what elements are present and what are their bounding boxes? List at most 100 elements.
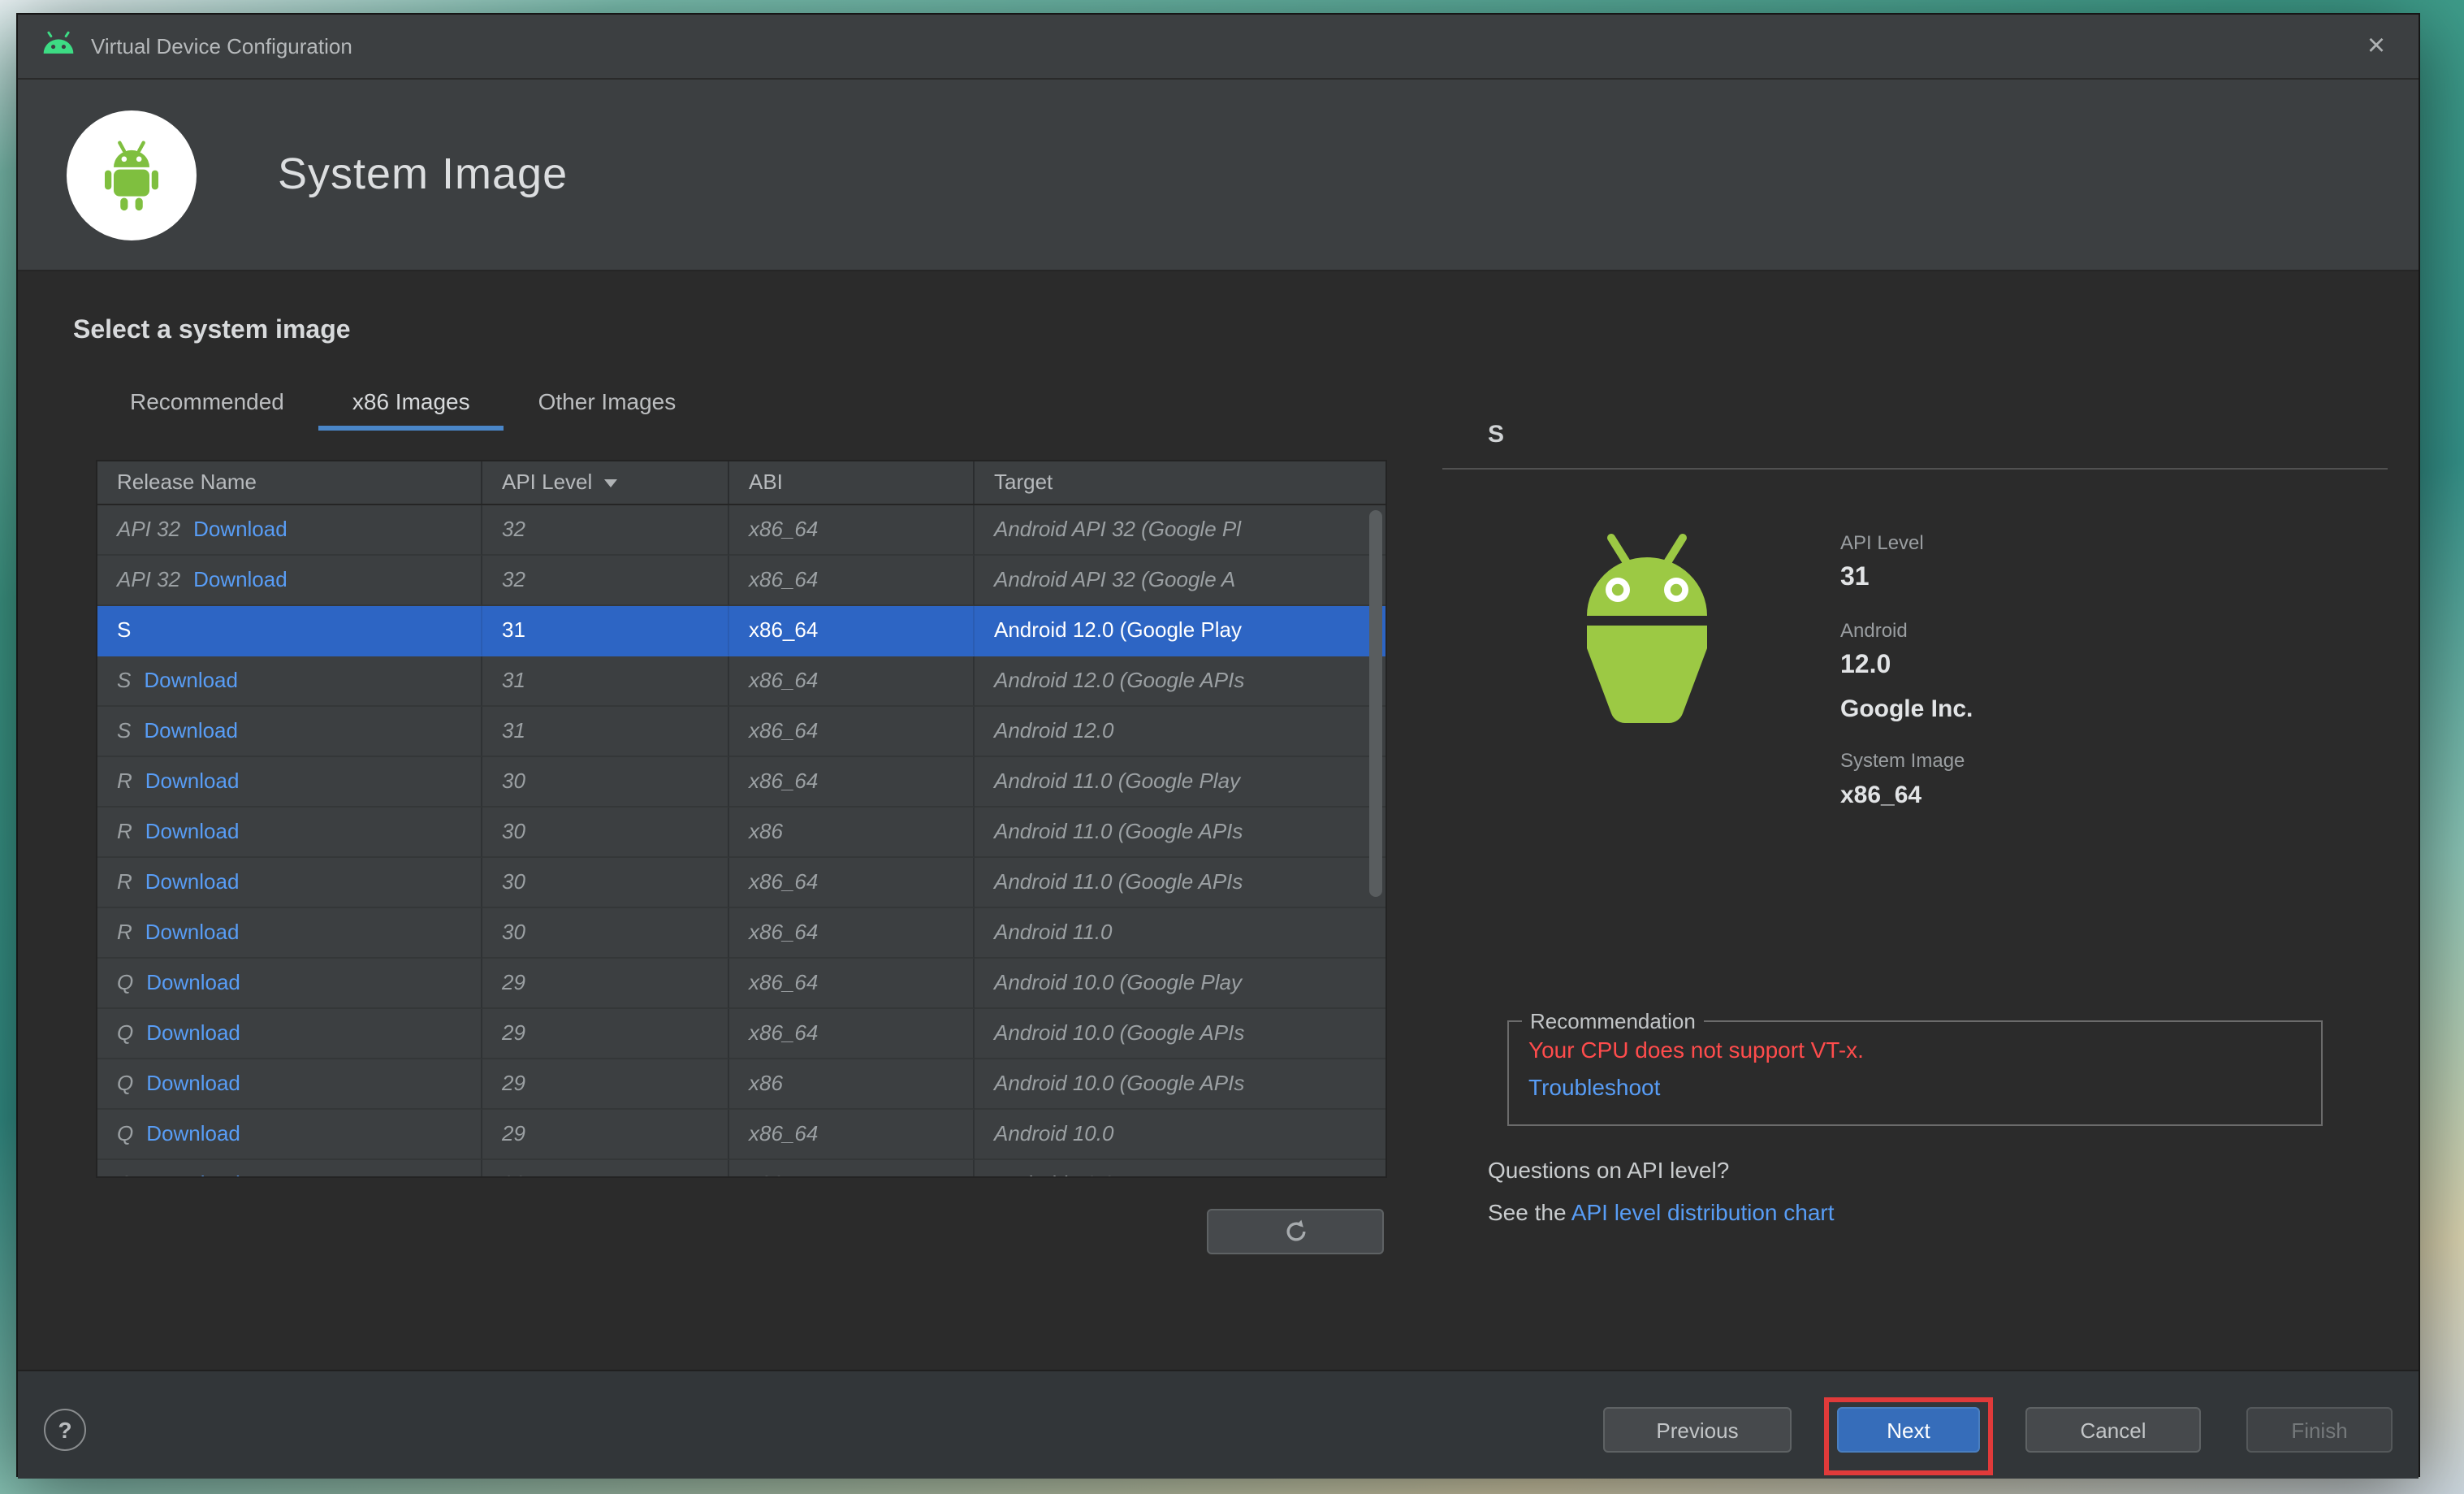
panel-divider [1442,468,2388,470]
column-header-target[interactable]: Target [975,461,1385,504]
release-name: Q [117,1171,133,1178]
table-row[interactable]: RDownload30x86_64Android 11.0 (Google Pl… [97,757,1385,808]
recommendation-legend: Recommendation [1522,1009,1704,1033]
table-row[interactable]: RDownload30x86_64Android 11.0 (Google AP… [97,858,1385,908]
tab-label: x86 Images [352,388,470,414]
close-icon[interactable]: × [2357,31,2396,62]
android-version-value: 12.0 [1840,652,1973,681]
column-header-api-level[interactable]: API Level [482,461,729,504]
release-name: Q [117,1071,133,1095]
target-cell: Android 12.0 (Google APIs [975,656,1385,707]
download-link[interactable]: Download [146,1171,240,1178]
api-level-cell: 30 [482,757,729,808]
table-row[interactable]: SDownload31x86_64Android 12.0 [97,707,1385,757]
table-row[interactable]: API 32Download32x86_64Android API 32 (Go… [97,556,1385,606]
api-level-cell: 29 [482,1059,729,1110]
next-button[interactable]: Next [1837,1407,1980,1453]
refresh-button[interactable] [1207,1209,1384,1254]
api-level-cell: 30 [482,858,729,908]
release-name-cell: S [97,606,482,656]
release-name-cell: R Download [97,808,482,858]
table-row[interactable]: S31x86_64Android 12.0 (Google Play [97,606,1385,656]
column-header-abi[interactable]: ABI [729,461,975,504]
android-label: Android [1840,619,1973,642]
release-name-cell: API 32Download [97,505,482,556]
download-link[interactable]: Download [146,1121,240,1145]
table-row[interactable]: API 32Download32x86_64Android API 32 (Go… [97,505,1385,556]
target-cell: Android 11.0 (Google Play [975,757,1385,808]
table-row[interactable]: RDownload30x86Android 11.0 (Google APIs [97,808,1385,858]
android-robot-illustration [1533,528,1761,738]
system-image-table-body: API 32Download32x86_64Android API 32 (Go… [97,505,1385,1178]
release-name-cell: QDownload [97,959,482,1009]
android-logo-icon [41,30,76,63]
table-row[interactable]: QDownload29x86_64Android 10.0 (Google Pl… [97,959,1385,1009]
tab-other-images[interactable]: Other Images [504,375,711,431]
content-area: Select a system image Recommended x86 Im… [18,271,2419,1370]
download-link[interactable]: Download [146,970,240,994]
download-link[interactable]: Download [144,718,238,743]
download-link[interactable]: Download [146,1071,240,1095]
cancel-button[interactable]: Cancel [2025,1407,2201,1453]
next-button-wrapper: Next [1837,1407,1980,1453]
abi-cell: x86_64 [729,606,975,656]
download-link[interactable]: Download [193,517,287,541]
finish-button[interactable]: Finish [2246,1407,2393,1453]
table-row[interactable]: SDownload31x86_64Android 12.0 (Google AP… [97,656,1385,707]
release-name: R [117,920,132,944]
api-level-cell: 31 [482,656,729,707]
abi-cell: x86 [729,1160,975,1178]
table-row[interactable]: QDownload29x86Android 10.0 (Google APIs [97,1059,1385,1110]
api-level-cell: 29 [482,1009,729,1059]
release-name-cell: Q Download [97,1110,482,1160]
download-link[interactable]: Download [145,869,240,894]
download-link[interactable]: Download [144,668,238,692]
table-scrollbar-thumb[interactable] [1369,510,1382,897]
vendor-value: Google Inc. [1840,695,1973,723]
abi-cell: x86_64 [729,556,975,606]
release-name: Q [117,1121,133,1145]
column-label: API Level [502,461,592,504]
download-link[interactable]: Download [145,769,240,793]
target-cell: Android API 32 (Google Pl [975,505,1385,556]
download-link[interactable]: Download [145,819,240,843]
target-cell: Android 12.0 [975,707,1385,757]
target-cell: Android 10.0 [975,1110,1385,1160]
api-level-cell: 31 [482,707,729,757]
help-button[interactable]: ? [44,1409,86,1451]
tab-label: Other Images [538,388,677,414]
table-row[interactable]: QDownload29x86Android 10.0 [97,1160,1385,1178]
target-cell: Android API 32 (Google A [975,556,1385,606]
tab-recommended[interactable]: Recommended [96,375,318,431]
tab-bar: Recommended x86 Images Other Images [96,375,710,431]
tab-x86-images[interactable]: x86 Images [318,375,504,431]
release-name: S [117,617,131,642]
release-name: R [117,769,132,793]
column-label: Target [994,461,1053,504]
troubleshoot-link[interactable]: Troubleshoot [1509,1063,2321,1100]
release-name: R [117,819,132,843]
target-cell: Android 10.0 (Google APIs [975,1009,1385,1059]
table-row[interactable]: QDownload29x86_64Android 10.0 [97,1110,1385,1160]
tab-label: Recommended [130,388,284,414]
abi-cell: x86_64 [729,858,975,908]
column-header-release-name[interactable]: Release Name [97,461,482,504]
download-link[interactable]: Download [146,1020,240,1045]
table-row[interactable]: RDownload30x86_64Android 11.0 [97,908,1385,959]
wizard-header: System Image [18,80,2419,271]
system-image-table: Release Name API Level ABI Target API 32… [96,460,1387,1178]
cpu-warning-text: Your CPU does not support VT-x. [1509,1033,2321,1063]
system-image-value: x86_64 [1840,782,1973,809]
release-name-cell: SDownload [97,656,482,707]
previous-button[interactable]: Previous [1603,1407,1792,1453]
api-level-cell: 29 [482,959,729,1009]
release-name: S [117,718,131,743]
abi-cell: x86_64 [729,505,975,556]
api-distribution-chart-link[interactable]: API level distribution chart [1571,1199,1835,1225]
download-link[interactable]: Download [145,920,240,944]
download-link[interactable]: Download [193,567,287,591]
release-name-cell: Q Download [97,1059,482,1110]
column-label: ABI [749,461,783,504]
release-name-cell: Q Download [97,1160,482,1178]
table-row[interactable]: QDownload29x86_64Android 10.0 (Google AP… [97,1009,1385,1059]
